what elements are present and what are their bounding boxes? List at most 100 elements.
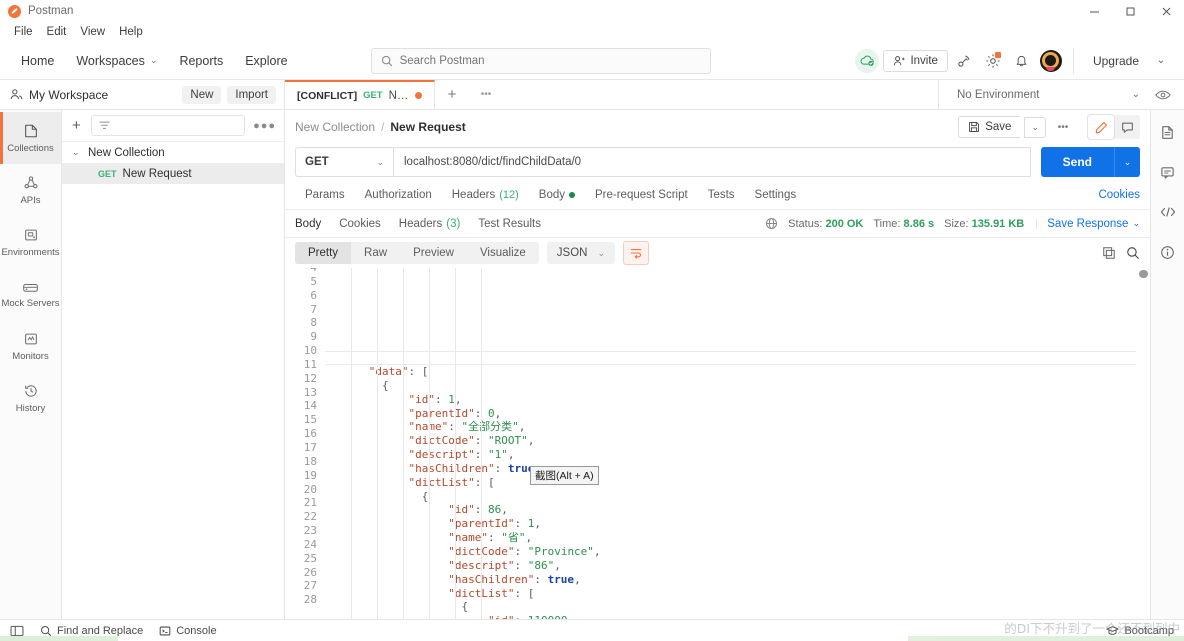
- sidebar-item-monitors[interactable]: Monitors: [0, 320, 61, 372]
- response-metadata: Status: 200 OK Time: 8.86 s Size: 135.91…: [765, 217, 1140, 230]
- notifications-button[interactable]: [1009, 48, 1035, 74]
- tabs-more-button[interactable]: •••: [469, 80, 503, 109]
- save-options-button[interactable]: ⌄: [1024, 116, 1046, 138]
- tab-params[interactable]: Params: [295, 183, 355, 207]
- collection-node-new-collection[interactable]: ⌄ New Collection: [62, 142, 284, 163]
- new-button[interactable]: New: [182, 85, 222, 104]
- collection-label: New Collection: [88, 146, 165, 159]
- console-button[interactable]: Console: [159, 625, 217, 637]
- tab-method-label: GET: [363, 90, 383, 101]
- menu-file[interactable]: File: [8, 24, 39, 40]
- response-tab-cookies[interactable]: Cookies: [330, 218, 390, 230]
- tab-body[interactable]: Body: [529, 183, 585, 207]
- nav-explore[interactable]: Explore: [234, 49, 298, 73]
- nav-reports[interactable]: Reports: [168, 49, 234, 73]
- user-avatar-button[interactable]: [1038, 48, 1064, 74]
- save-button[interactable]: Save: [958, 116, 1021, 138]
- url-input[interactable]: localhost:8080/dict/findChildData/0: [393, 147, 1031, 177]
- collections-more-button[interactable]: ●●●: [253, 120, 276, 132]
- find-and-replace-button[interactable]: Find and Replace: [40, 625, 143, 637]
- tab-tests-label: Tests: [707, 188, 735, 201]
- add-collection-button[interactable]: +: [70, 117, 83, 134]
- response-body-editor[interactable]: 4567891011121314151617181920212223242526…: [285, 268, 1150, 619]
- sidebar-item-environments[interactable]: Environments: [0, 216, 61, 268]
- new-tab-button[interactable]: +: [435, 80, 469, 109]
- satellite-button[interactable]: [951, 48, 977, 74]
- http-method-selector[interactable]: GET ⌄: [295, 147, 393, 177]
- workspace-name[interactable]: My Workspace: [29, 88, 108, 102]
- menu-help[interactable]: Help: [113, 24, 149, 40]
- search-input[interactable]: [399, 54, 701, 67]
- maximize-button[interactable]: [1112, 0, 1148, 22]
- code-line: "hasChildren": true,: [408, 461, 540, 475]
- bootcamp-button[interactable]: Bootcamp: [1106, 625, 1174, 637]
- menu-edit[interactable]: Edit: [41, 24, 73, 40]
- settings-button[interactable]: [980, 48, 1006, 74]
- nav-home[interactable]: Home: [10, 49, 65, 73]
- tab-pre-request-script[interactable]: Pre-request Script: [585, 183, 698, 207]
- format-pretty[interactable]: Pretty: [295, 242, 352, 264]
- invite-button[interactable]: Invite: [883, 49, 948, 72]
- comments-icon[interactable]: [1114, 115, 1140, 139]
- minimize-button[interactable]: [1076, 0, 1112, 22]
- import-button[interactable]: Import: [227, 85, 276, 104]
- upgrade-caret-icon[interactable]: ⌄: [1148, 48, 1174, 74]
- comments-icon[interactable]: [1155, 160, 1181, 184]
- tab-authorization[interactable]: Authorization: [355, 183, 442, 207]
- layout-toggle-button[interactable]: [10, 625, 24, 637]
- sidebar-item-history[interactable]: History: [0, 372, 61, 424]
- info-icon[interactable]: [1155, 240, 1181, 264]
- upgrade-button[interactable]: Upgrade: [1084, 49, 1148, 73]
- network-icon[interactable]: [765, 217, 778, 230]
- request-node-new-request[interactable]: GET New Request: [62, 163, 284, 184]
- response-tab-headers[interactable]: Headers (3): [390, 218, 470, 230]
- documentation-icon[interactable]: [1155, 120, 1181, 144]
- edit-pencil-icon[interactable]: [1088, 115, 1114, 139]
- nav-reports-label: Reports: [179, 53, 224, 68]
- word-wrap-icon[interactable]: [623, 241, 650, 265]
- format-preview[interactable]: Preview: [400, 242, 467, 264]
- tab-settings[interactable]: Settings: [745, 183, 807, 207]
- sidebar-item-apis[interactable]: APIs: [0, 164, 61, 216]
- environment-area: No Environment ⌄: [938, 80, 1184, 109]
- save-response-button[interactable]: Save Response ⌄: [1036, 217, 1140, 230]
- format-visualize[interactable]: Visualize: [467, 242, 539, 264]
- global-search[interactable]: [370, 47, 711, 74]
- avatar: [1039, 49, 1062, 72]
- send-options-button[interactable]: ⌄: [1114, 147, 1140, 177]
- sync-status-button[interactable]: [854, 48, 880, 74]
- tab-headers[interactable]: Headers (12): [442, 183, 529, 207]
- request-tab-0[interactable]: [CONFLICT] GET New ...: [285, 80, 435, 109]
- title-bar: Postman: [0, 0, 1184, 22]
- copy-icon[interactable]: [1102, 246, 1116, 260]
- nav-workspaces[interactable]: Workspaces ⌄: [65, 49, 168, 73]
- send-button[interactable]: Send: [1040, 147, 1114, 177]
- line-number: 25: [303, 551, 317, 565]
- editor-vertical-scrollbar[interactable]: [1139, 268, 1148, 619]
- code-snippet-icon[interactable]: [1155, 200, 1181, 224]
- body-present-indicator-icon: [569, 191, 575, 198]
- menu-view[interactable]: View: [74, 24, 111, 40]
- environment-selector[interactable]: No Environment ⌄: [951, 85, 1146, 105]
- line-number: 13: [303, 385, 317, 399]
- response-language-selector[interactable]: JSON ⌄: [546, 242, 616, 264]
- format-raw[interactable]: Raw: [351, 242, 400, 264]
- sidebar-item-collections[interactable]: Collections: [0, 112, 61, 164]
- request-more-button[interactable]: •••: [1050, 114, 1076, 140]
- collections-filter-input[interactable]: [90, 115, 246, 136]
- breadcrumb-bar: New Collection / New Request Save ⌄ •••: [285, 110, 1150, 144]
- response-tab-body[interactable]: Body: [295, 218, 330, 230]
- breadcrumb-parent[interactable]: New Collection: [295, 120, 375, 134]
- response-tab-headers-label: Headers: [398, 217, 443, 230]
- cookies-link[interactable]: Cookies: [1098, 189, 1140, 201]
- response-format-group: Pretty Raw Preview Visualize: [295, 242, 539, 264]
- json-code-area[interactable]: "data": [ { "id": 1, "parentId": 0, "nam…: [325, 268, 1150, 619]
- environment-quick-look-button[interactable]: [1150, 82, 1176, 108]
- tab-tests[interactable]: Tests: [698, 183, 745, 207]
- editor-scroll-thumb[interactable]: [1139, 270, 1148, 278]
- sidebar-item-mock-servers[interactable]: Mock Servers: [0, 268, 61, 320]
- search-icon[interactable]: [1126, 246, 1140, 260]
- response-tab-test-results[interactable]: Test Results: [469, 218, 550, 230]
- cloud-check-icon: [855, 48, 880, 73]
- close-button[interactable]: [1148, 0, 1184, 22]
